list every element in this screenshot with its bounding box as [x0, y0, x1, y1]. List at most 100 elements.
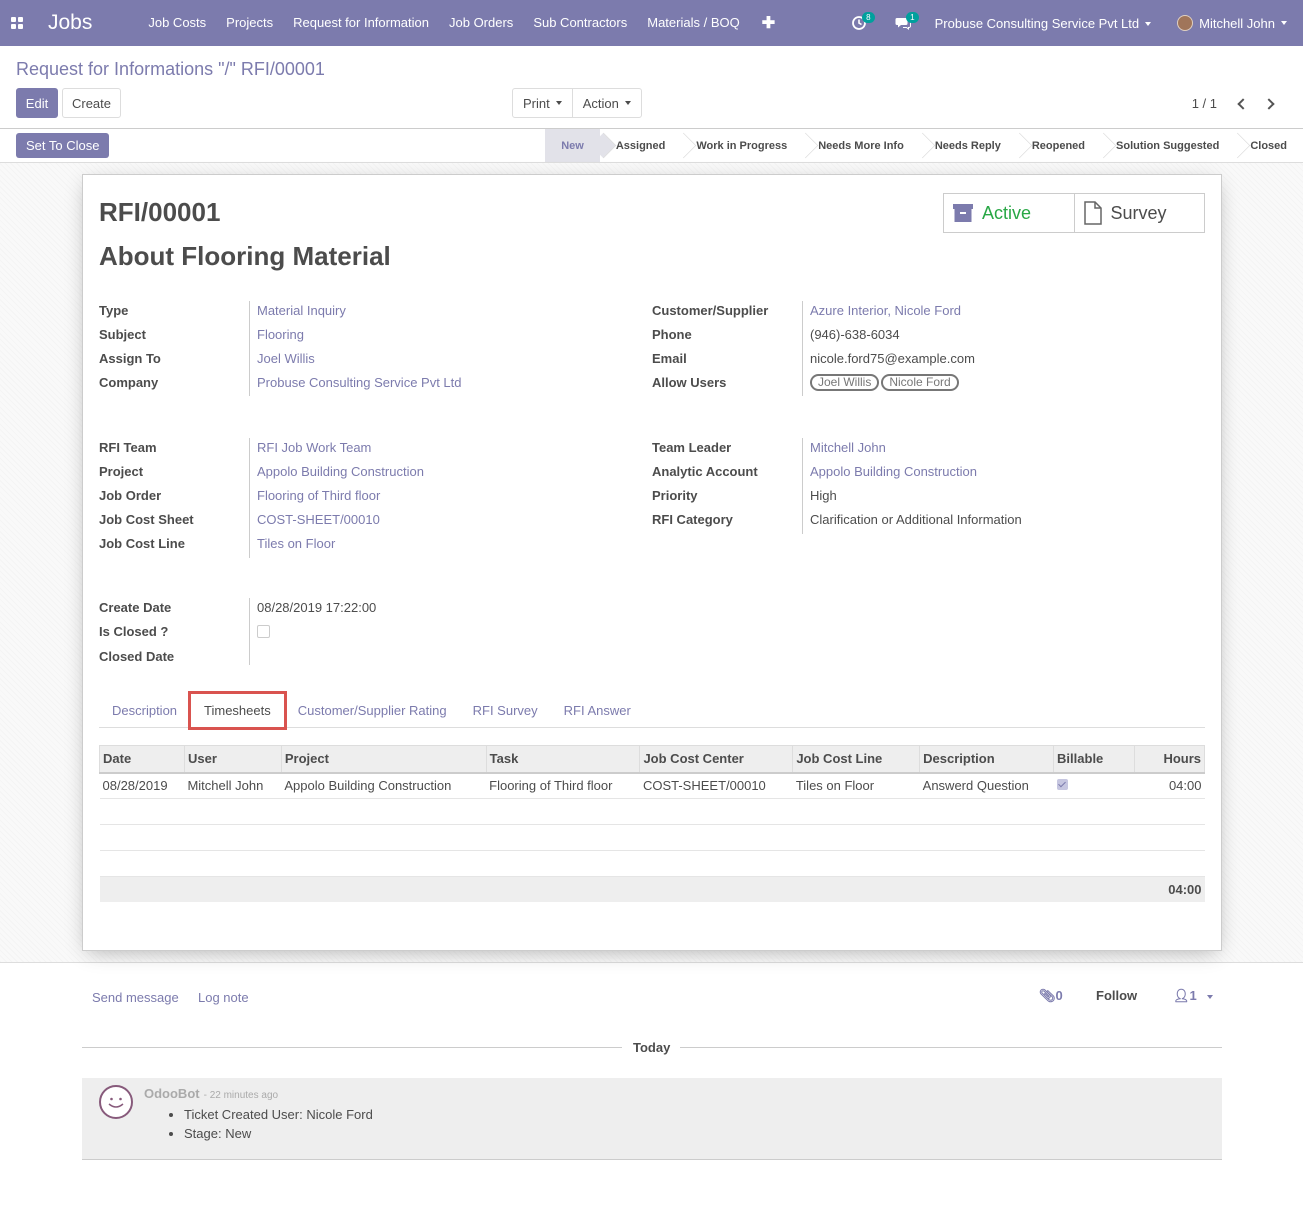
- user-tag[interactable]: Joel Willis: [810, 373, 880, 391]
- stage-needs-more-info[interactable]: Needs More Info: [803, 129, 919, 162]
- group-right-2: Team Leader Mitchell John Analytic Accoun…: [652, 435, 1022, 531]
- activity-button[interactable]: 8: [847, 11, 875, 35]
- field-customer-supplier[interactable]: Azure Interior, Nicole Ford: [810, 303, 961, 318]
- tab-rfi-survey[interactable]: RFI Survey: [460, 693, 551, 728]
- menu-job-orders[interactable]: Job Orders: [439, 0, 523, 46]
- attachments-button[interactable]: 📎︎0: [1039, 988, 1063, 1004]
- app-brand[interactable]: Jobs: [48, 11, 92, 35]
- field-company[interactable]: Probuse Consulting Service Pvt Ltd: [257, 375, 462, 390]
- col-task[interactable]: Task: [485, 745, 641, 774]
- print-label: Print: [523, 95, 550, 111]
- field-job-cost-line[interactable]: Tiles on Floor: [257, 536, 335, 551]
- stage-assigned[interactable]: Assigned: [601, 129, 681, 162]
- cell-date: 08/28/2019: [99, 772, 185, 799]
- breadcrumb[interactable]: Request for Informations "/" RFI/00001: [16, 59, 325, 80]
- action-dropdown[interactable]: Action: [571, 89, 641, 117]
- chevron-left-icon[interactable]: [1237, 97, 1249, 110]
- cell-billable: [1053, 772, 1135, 799]
- chatter-message: OdooBot- 22 minutes ago Ticket Created U…: [82, 1078, 1222, 1160]
- billable-checkbox[interactable]: [1056, 779, 1068, 791]
- label-analytic-account: Analytic Account: [652, 463, 758, 479]
- field-rfi-team[interactable]: RFI Job Work Team: [257, 440, 371, 455]
- log-note-button[interactable]: Log note: [198, 990, 249, 1005]
- field-rfi-category: Clarification or Additional Information: [810, 511, 1022, 527]
- menu-sub-contractors[interactable]: Sub Contractors: [523, 0, 637, 46]
- field-job-order[interactable]: Flooring of Third floor: [257, 488, 380, 503]
- field-team-leader[interactable]: Mitchell John: [810, 440, 886, 455]
- print-dropdown[interactable]: Print: [513, 89, 572, 117]
- col-user[interactable]: User: [183, 745, 282, 774]
- field-assign-to[interactable]: Joel Willis: [257, 351, 315, 366]
- tab-rfi-answer[interactable]: RFI Answer: [551, 693, 644, 728]
- pager-value[interactable]: 1 / 1: [1192, 96, 1217, 111]
- is-closed-checkbox[interactable]: [257, 624, 270, 638]
- statusbar: Set To Close New Assigned Work in Progre…: [0, 128, 1303, 163]
- field-job-cost-sheet[interactable]: COST-SHEET/00010: [257, 512, 380, 527]
- followers-button[interactable]: 👤︎1: [1173, 988, 1213, 1004]
- stage-work-in-progress[interactable]: Work in Progress: [681, 129, 802, 162]
- col-project[interactable]: Project: [280, 745, 487, 774]
- timesheet-table: Date User Project Task Job Cost Center J…: [99, 745, 1206, 902]
- stage-reopened[interactable]: Reopened: [1017, 129, 1100, 162]
- field-type[interactable]: Material Inquiry: [257, 303, 346, 318]
- col-job-cost-line[interactable]: Job Cost Line: [792, 745, 921, 774]
- pager: 1 / 1: [1192, 96, 1275, 111]
- follow-button[interactable]: Follow: [1096, 988, 1137, 1003]
- menu-request-for-information[interactable]: Request for Information: [283, 0, 439, 46]
- file-icon: [1083, 201, 1102, 225]
- stage-closed[interactable]: Closed: [1235, 129, 1303, 162]
- menu-job-costs[interactable]: Job Costs: [138, 0, 216, 46]
- group-left-2: RFI Team RFI Job Work Team Project Appolo …: [99, 435, 424, 555]
- tab-timesheets[interactable]: Timesheets: [188, 691, 287, 730]
- user-avatar: [1177, 15, 1194, 31]
- send-message-button[interactable]: Send message: [92, 990, 179, 1005]
- table-row[interactable]: 08/28/2019 Mitchell John Appolo Building…: [99, 772, 1205, 799]
- field-priority: High: [810, 487, 837, 503]
- label-closed-date: Closed Date: [99, 648, 175, 664]
- col-job-cost-center[interactable]: Job Cost Center: [639, 745, 794, 774]
- company-switcher[interactable]: Probuse Consulting Service Pvt Ltd: [935, 16, 1152, 31]
- user-menu[interactable]: Mitchell John: [1177, 15, 1287, 31]
- message-body: Ticket Created User: Nicole Ford Stage: …: [184, 1107, 373, 1145]
- messages-button[interactable]: 1: [891, 11, 919, 35]
- field-analytic-account[interactable]: Appolo Building Construction: [810, 464, 977, 479]
- attachment-count: 0: [1055, 988, 1063, 1003]
- activity-count-badge: 8: [862, 12, 875, 23]
- label-create-date: Create Date: [99, 599, 172, 615]
- plus-icon[interactable]: ✚: [762, 13, 775, 33]
- odoobot-avatar[interactable]: [99, 1085, 133, 1119]
- chevron-right-icon[interactable]: [1263, 97, 1275, 110]
- survey-label: Survey: [1110, 202, 1167, 223]
- edit-button[interactable]: Edit: [16, 88, 58, 118]
- menu-projects[interactable]: Projects: [216, 0, 283, 46]
- tab-description[interactable]: Description: [99, 693, 190, 728]
- col-description[interactable]: Description: [919, 745, 1055, 774]
- stage-needs-reply[interactable]: Needs Reply: [920, 129, 1016, 162]
- apps-grid-icon: [11, 17, 23, 29]
- set-to-close-button[interactable]: Set To Close: [16, 133, 110, 158]
- caret-down-icon: [1145, 22, 1152, 27]
- divider: [82, 1047, 622, 1048]
- stage-solution-suggested[interactable]: Solution Suggested: [1101, 129, 1234, 162]
- label-job-cost-sheet: Job Cost Sheet: [99, 511, 194, 527]
- col-billable[interactable]: Billable: [1053, 745, 1135, 774]
- label-is-closed: Is Closed ?: [99, 623, 169, 639]
- group-left-1: Type Material Inquiry Subject Flooring Ass…: [99, 298, 462, 394]
- action-toolbar: Print Action: [512, 88, 642, 118]
- col-date[interactable]: Date: [99, 745, 185, 774]
- field-email: nicole.ford75@example.com: [810, 350, 975, 366]
- apps-menu-button[interactable]: [0, 0, 34, 46]
- label-assign-to: Assign To: [99, 350, 161, 366]
- author-name[interactable]: OdooBot: [144, 1086, 200, 1101]
- field-project[interactable]: Appolo Building Construction: [257, 464, 424, 479]
- smile-icon: [108, 1097, 124, 1108]
- tab-customer-supplier-rating[interactable]: Customer/Supplier Rating: [285, 693, 460, 728]
- survey-button[interactable]: Survey: [1073, 194, 1205, 232]
- message-time: - 22 minutes ago: [203, 1090, 279, 1101]
- create-button[interactable]: Create: [62, 88, 121, 118]
- menu-materials-boq[interactable]: Materials / BOQ: [637, 0, 749, 46]
- field-subject[interactable]: Flooring: [257, 327, 304, 342]
- active-toggle-button[interactable]: Active: [944, 194, 1074, 232]
- user-tag[interactable]: Nicole Ford: [881, 373, 959, 391]
- col-hours[interactable]: Hours: [1133, 745, 1206, 774]
